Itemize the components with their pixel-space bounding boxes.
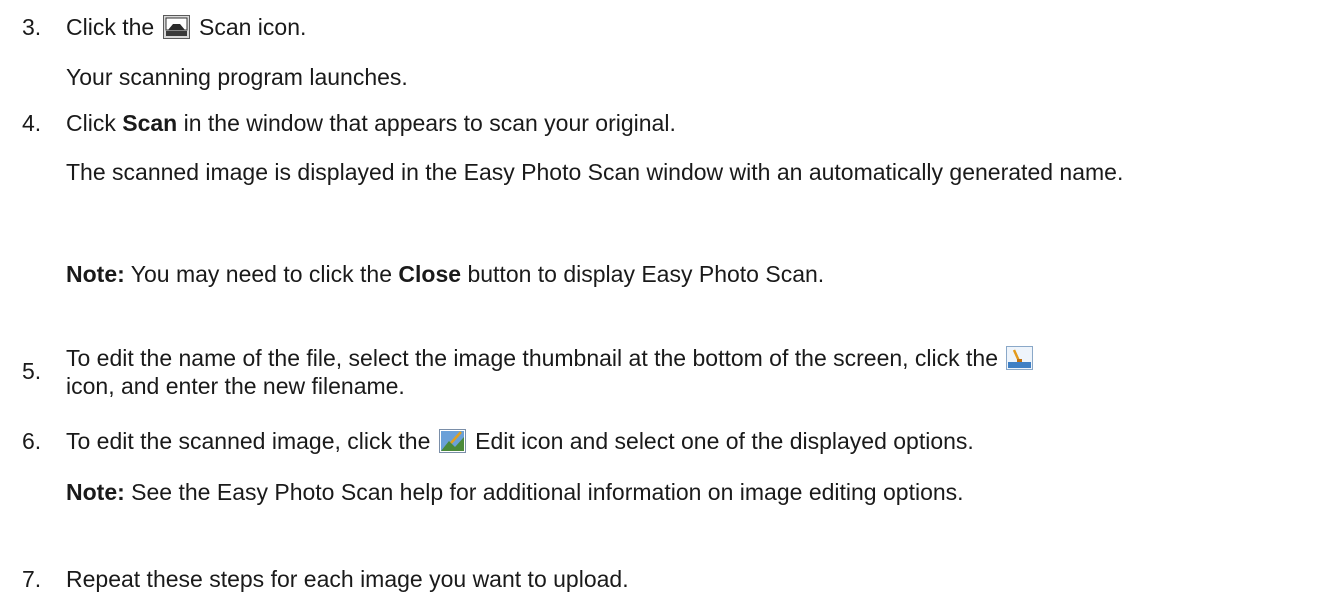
step-3-text: Click the Scan icon. [66,13,1293,41]
note-label: Note: [66,261,125,287]
step-4-post: in the window that appears to scan your … [183,110,676,136]
step-number: 6. [22,428,42,454]
step-3-result: Your scanning program launches. [66,64,408,90]
step-6-post: Edit icon and select one of the displaye… [475,428,974,454]
rename-icon [1006,346,1034,370]
step-3-post: Scan icon. [198,14,307,40]
edit-icon [438,429,466,453]
step-4-bold: Scan [122,110,178,136]
step-number: 3. [22,14,42,40]
step-5-pre: To edit the name of the file, select the… [66,345,999,371]
scan-icon [162,15,190,39]
step-3-pre: Click the [66,14,155,40]
step-4-text: Click Scan in the window that appears to… [66,109,1293,137]
step-4-pre: Click [66,110,116,136]
step-5-text: To edit the name of the file, select the… [66,344,1293,400]
step-7-text: Repeat these steps for each image you wa… [66,566,629,592]
step-4-note: Note: You may need to click the Close bu… [66,260,1293,288]
note-post: button to display Easy Photo Scan. [467,261,825,287]
step-4-result: The scanned image is displayed in the Ea… [66,159,1124,185]
step-number: 7. [22,566,42,592]
step-6-pre: To edit the scanned image, click the [66,428,431,454]
step-6-note: Note: See the Easy Photo Scan help for a… [66,478,1293,506]
step-6-text: To edit the scanned image, click the Edi… [66,427,1293,455]
step-number: 4. [22,110,42,136]
step-5-post: icon, and enter the new filename. [66,373,405,399]
note-label: Note: [66,479,125,505]
note-bold: Close [398,261,462,287]
note-text: See the Easy Photo Scan help for additio… [131,479,964,505]
note-pre: You may need to click the [130,261,393,287]
step-number: 5. [22,358,42,384]
